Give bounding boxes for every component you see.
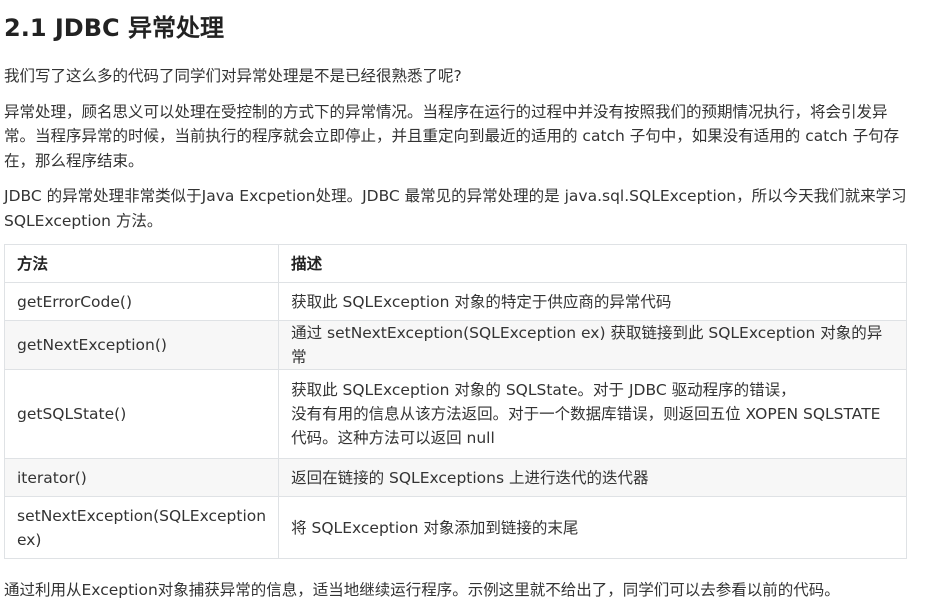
table-row: getNextException() 通过 setNextException(S… <box>3 320 907 370</box>
header-method: 方法 <box>3 244 280 283</box>
exception-handling-paragraph: 异常处理，顾名思义可以处理在受控制的方式下的异常情况。当程序在运行的过程中并没有… <box>4 102 900 170</box>
header-description: 描述 <box>278 244 907 283</box>
description-line: 代码。这种方法可以返回 null <box>291 429 495 447</box>
description-line: 没有有用的信息从该方法返回。对于一个数据库错误，则返回五位 XOPEN SQLS… <box>291 405 881 423</box>
description-line: 获取此 SQLException 对象的 SQLState。对于 JDBC 驱动… <box>291 381 796 399</box>
table-row: iterator() 返回在链接的 SQLExceptions 上进行迭代的迭代… <box>3 458 907 497</box>
method-cell: setNextException(SQLException ex) <box>3 496 280 559</box>
method-cell: getSQLState() <box>3 369 280 459</box>
method-line: ex) <box>17 530 42 549</box>
method-cell: iterator() <box>3 458 280 497</box>
method-cell: getNextException() <box>3 320 280 370</box>
description-cell: 获取此 SQLException 对象的 SQLState。对于 JDBC 驱动… <box>278 369 907 459</box>
table-row: getErrorCode() 获取此 SQLException 对象的特定于供应… <box>3 282 907 321</box>
closing-paragraph: 通过利用从Exception对象捕获异常的信息，适当地继续运行程序。示例这里就不… <box>4 581 840 599</box>
table-header-row: 方法 描述 <box>3 244 907 283</box>
method-cell: getErrorCode() <box>3 282 280 321</box>
description-cell: 获取此 SQLException 对象的特定于供应商的异常代码 <box>278 282 907 321</box>
section-title: 2.1 JDBC 异常处理 <box>4 14 224 42</box>
table-row: setNextException(SQLException ex) 将 SQLE… <box>3 496 907 559</box>
table-row: getSQLState() 获取此 SQLException 对象的 SQLSt… <box>3 369 907 459</box>
description-cell: 将 SQLException 对象添加到链接的末尾 <box>278 496 907 559</box>
intro-paragraph: 我们写了这么多的代码了同学们对异常处理是不是已经很熟悉了呢? <box>4 67 462 85</box>
jdbc-exception-paragraph: JDBC 的异常处理非常类似于Java Excpetion处理。JDBC 最常见… <box>4 187 907 230</box>
description-cell: 通过 setNextException(SQLException ex) 获取链… <box>278 320 907 370</box>
article: 2.1 JDBC 异常处理 我们写了这么多的代码了同学们对异常处理是不是已经很熟… <box>0 0 932 610</box>
sqlexception-methods-table: 方法 描述 getErrorCode() 获取此 SQLException 对象… <box>3 244 907 559</box>
description-cell: 返回在链接的 SQLExceptions 上进行迭代的迭代器 <box>278 458 907 497</box>
method-line: setNextException(SQLException <box>17 506 267 525</box>
